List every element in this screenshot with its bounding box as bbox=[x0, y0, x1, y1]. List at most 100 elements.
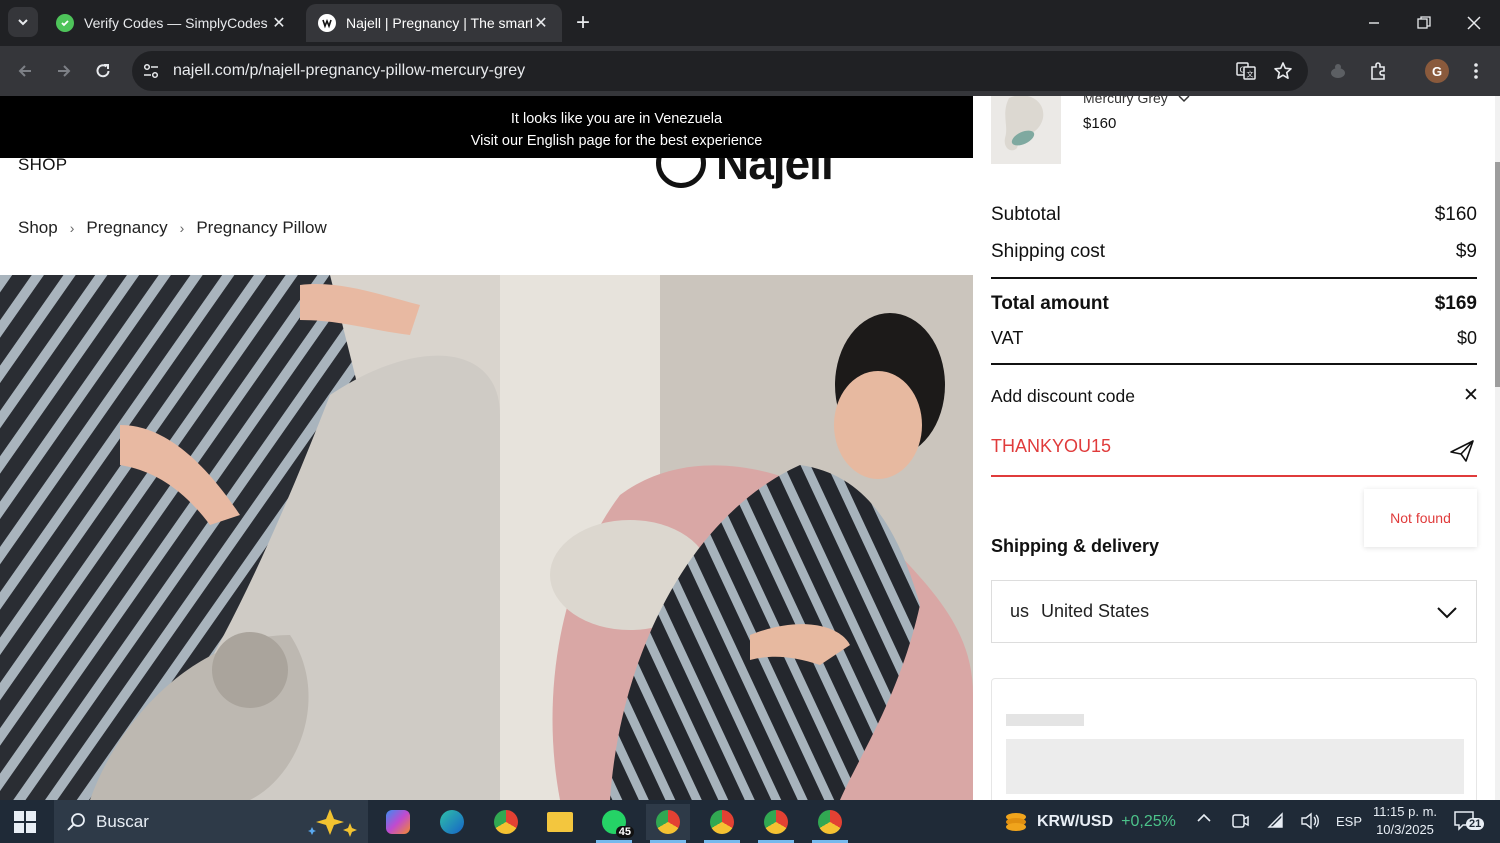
breadcrumb-shop[interactable]: Shop bbox=[18, 218, 58, 238]
chrome-profile-2-app-icon[interactable] bbox=[700, 804, 744, 843]
translate-icon[interactable]: G文 bbox=[1236, 61, 1256, 86]
discount-close-icon[interactable]: ✕ bbox=[1463, 384, 1479, 407]
page-viewport: It looks like you are in Venezuela Visit… bbox=[0, 96, 1500, 800]
vat-label: VAT bbox=[991, 328, 1024, 348]
windows-taskbar: Buscar 45 KRW/USD +0,25% ESP 11:15 p. m.… bbox=[0, 800, 1500, 843]
windows-start-icon[interactable] bbox=[14, 811, 36, 833]
country-name: United States bbox=[1041, 601, 1150, 621]
tray-overflow-chevron-up-icon[interactable] bbox=[1196, 810, 1212, 829]
coins-icon bbox=[1006, 813, 1026, 831]
extensions-puzzle-icon[interactable] bbox=[1362, 55, 1394, 87]
tab-search-button[interactable] bbox=[8, 7, 38, 37]
subtotal-value: $160 bbox=[1434, 204, 1477, 225]
vat-value: $0 bbox=[1456, 328, 1477, 348]
tab-title: Verify Codes — SimplyCodes bbox=[84, 15, 268, 31]
discount-code-input[interactable] bbox=[991, 436, 1431, 457]
pillow-thumbnail-icon bbox=[991, 96, 1061, 164]
shop-menu-link[interactable]: SHOP bbox=[18, 155, 67, 175]
browser-toolbar: najell.com/p/najell-pregnancy-pillow-mer… bbox=[0, 46, 1500, 96]
whatsapp-badge: 45 bbox=[615, 826, 634, 838]
reload-icon[interactable] bbox=[87, 55, 119, 87]
svg-text:文: 文 bbox=[1247, 70, 1254, 79]
chrome-profile-4-app-icon[interactable] bbox=[808, 804, 852, 843]
cart-item-thumbnail[interactable] bbox=[991, 96, 1061, 164]
geo-banner-line-2: Visit our English page for the best expe… bbox=[470, 133, 763, 149]
currency-widget[interactable]: KRW/USD +0,25% bbox=[1004, 812, 1176, 832]
chevron-down-icon bbox=[1178, 96, 1190, 103]
notification-count: 21 bbox=[1466, 818, 1485, 830]
extension-icon[interactable] bbox=[1322, 55, 1354, 87]
copilot-app-icon[interactable] bbox=[376, 804, 420, 840]
notification-center-icon[interactable]: 21 bbox=[1454, 810, 1485, 832]
back-arrow-icon[interactable] bbox=[9, 55, 41, 87]
cart-drawer: Mercury Grey $160 Subtotal $160 Shipping… bbox=[973, 96, 1500, 800]
chrome-profile-app-icon[interactable] bbox=[646, 804, 690, 843]
copilot-sparkle-icon bbox=[308, 808, 357, 837]
breadcrumb: Shop › Pregnancy › Pregnancy Pillow bbox=[18, 218, 327, 238]
najell-favicon-icon bbox=[318, 14, 336, 32]
taskbar-search[interactable]: Buscar bbox=[54, 800, 368, 843]
restore-icon[interactable] bbox=[1400, 6, 1448, 40]
new-tab-plus-icon[interactable]: + bbox=[570, 10, 596, 36]
shipping-delivery-title: Shipping & delivery bbox=[991, 536, 1160, 556]
breadcrumb-pregnancy[interactable]: Pregnancy bbox=[86, 218, 167, 238]
clock-date: 10/3/2025 bbox=[1376, 822, 1434, 837]
product-photo-1[interactable] bbox=[0, 275, 500, 800]
cart-item-variant[interactable]: Mercury Grey bbox=[1083, 96, 1190, 106]
tab-close-icon[interactable]: ✕ bbox=[270, 13, 288, 33]
volume-icon[interactable] bbox=[1300, 812, 1320, 833]
forward-arrow-icon[interactable] bbox=[48, 55, 80, 87]
geo-banner[interactable]: It looks like you are in Venezuela Visit… bbox=[0, 96, 973, 158]
chevron-right-icon: › bbox=[69, 220, 75, 236]
subtotal-row: Subtotal $160 bbox=[991, 204, 1477, 226]
search-icon bbox=[67, 812, 85, 831]
edge-app-icon[interactable] bbox=[430, 804, 474, 840]
profile-avatar[interactable]: G bbox=[1421, 55, 1453, 87]
product-photo-pillow-closeup-icon bbox=[0, 275, 500, 800]
tab-strip: Verify Codes — SimplyCodes ✕ Najell | Pr… bbox=[0, 0, 1500, 46]
input-language[interactable]: ESP bbox=[1336, 814, 1362, 829]
shipping-cost-row: Shipping cost $9 bbox=[991, 241, 1477, 263]
total-amount-value: $169 bbox=[1434, 293, 1477, 314]
url-text: najell.com/p/najell-pregnancy-pillow-mer… bbox=[173, 62, 526, 79]
taskbar-clock[interactable]: 11:15 p. m. 10/3/2025 bbox=[1372, 803, 1438, 839]
vat-divider bbox=[991, 363, 1477, 365]
ticker-change: +0,25% bbox=[1121, 813, 1176, 830]
discount-code-title[interactable]: Add discount code bbox=[991, 386, 1135, 407]
bookmark-star-icon[interactable] bbox=[1273, 61, 1293, 86]
file-explorer-app-icon[interactable] bbox=[538, 804, 582, 840]
country-select[interactable]: us United States bbox=[991, 580, 1477, 643]
simplycodes-favicon-icon bbox=[56, 14, 74, 32]
tab-simplycodes[interactable]: Verify Codes — SimplyCodes ✕ bbox=[44, 4, 300, 42]
chrome-app-icon[interactable] bbox=[484, 804, 528, 840]
window-close-icon[interactable] bbox=[1450, 6, 1498, 40]
product-photo-2[interactable] bbox=[500, 275, 973, 800]
wifi-icon[interactable] bbox=[1267, 812, 1285, 833]
ticker-symbol: KRW/USD bbox=[1037, 813, 1114, 830]
loading-skeleton-field bbox=[1006, 739, 1464, 794]
whatsapp-app-icon[interactable]: 45 bbox=[592, 804, 636, 843]
browser-menu-icon[interactable] bbox=[1460, 55, 1492, 87]
loading-skeleton-label bbox=[1006, 714, 1084, 726]
tab-najell[interactable]: Najell | Pregnancy | The smarter ✕ bbox=[306, 4, 562, 42]
chrome-profile-3-app-icon[interactable] bbox=[754, 804, 798, 843]
apply-discount-button[interactable] bbox=[1447, 436, 1477, 466]
country-code: us bbox=[1010, 601, 1030, 621]
total-amount-row: Total amount $169 bbox=[991, 293, 1477, 315]
variant-label: Mercury Grey bbox=[1083, 96, 1168, 106]
chevron-down-icon bbox=[1437, 606, 1457, 618]
product-page: It looks like you are in Venezuela Visit… bbox=[0, 96, 973, 800]
site-settings-icon[interactable] bbox=[142, 62, 160, 85]
drawer-scrollbar-thumb[interactable] bbox=[1495, 162, 1500, 387]
totals-divider bbox=[991, 277, 1477, 279]
chevron-down-icon bbox=[18, 19, 28, 26]
meet-now-icon[interactable] bbox=[1231, 812, 1249, 833]
minimize-icon[interactable] bbox=[1350, 6, 1398, 40]
cart-item-price: $160 bbox=[1083, 115, 1117, 132]
payment-loading-box bbox=[991, 678, 1477, 800]
tab-close-icon[interactable]: ✕ bbox=[532, 13, 550, 33]
breadcrumb-pregnancy-pillow: Pregnancy Pillow bbox=[196, 218, 327, 237]
shipping-cost-value: $9 bbox=[1455, 241, 1477, 262]
address-bar[interactable]: najell.com/p/najell-pregnancy-pillow-mer… bbox=[132, 51, 1308, 91]
discount-error-tooltip: Not found bbox=[1364, 489, 1477, 547]
